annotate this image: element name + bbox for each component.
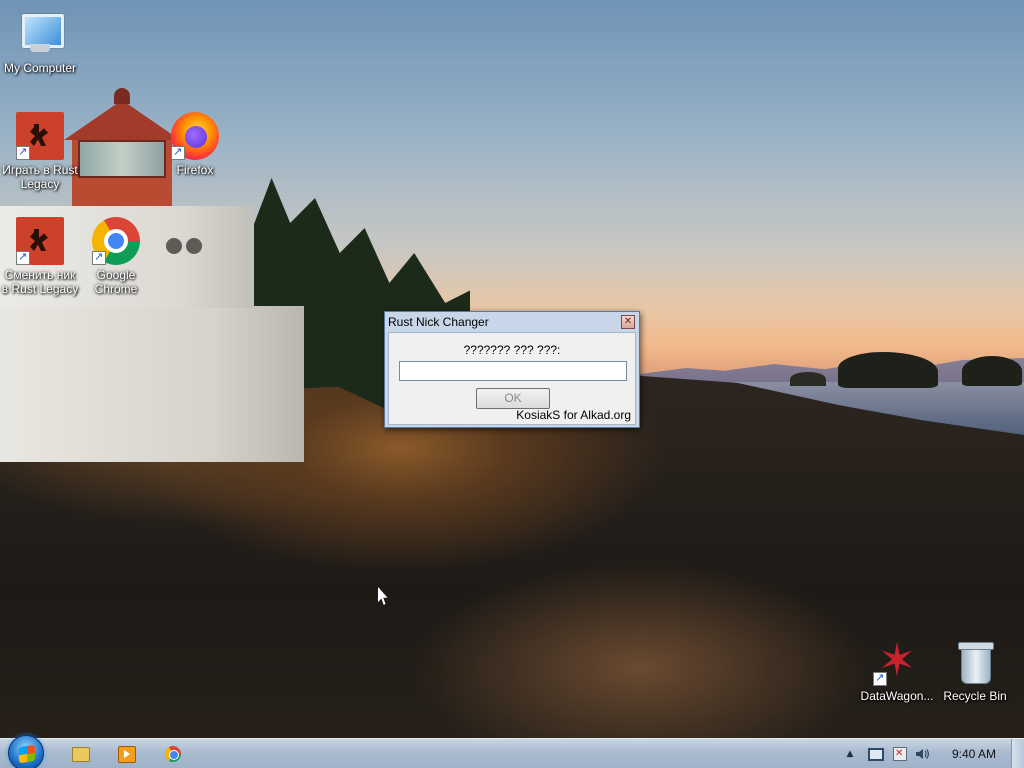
start-button[interactable]	[8, 735, 44, 768]
close-icon: ✕	[623, 316, 633, 327]
taskbar-clock[interactable]: 9:40 AM	[944, 747, 1004, 761]
chrome-icon	[92, 217, 140, 265]
shortcut-arrow-icon	[16, 145, 30, 160]
shortcut-arrow-icon	[873, 671, 887, 686]
wallpaper-lighthouse	[166, 238, 182, 254]
close-button[interactable]: ✕	[621, 315, 635, 329]
taskbar-media-player-button[interactable]	[106, 742, 146, 766]
shortcut-arrow-icon	[92, 250, 106, 265]
show-desktop-button[interactable]	[1011, 739, 1024, 768]
desktop: My Computer Играть в Rust Legacy Firefox…	[0, 0, 1024, 738]
rust-nick-changer-dialog: Rust Nick Changer ✕ ??????? ??? ???: OK …	[384, 311, 640, 428]
wallpaper-lighthouse	[114, 88, 130, 104]
desktop-icon-datawagon[interactable]: DataWagon...	[857, 636, 937, 703]
desktop-icon-my-computer[interactable]: My Computer	[0, 10, 80, 75]
tray-overflow-button[interactable]: ▲	[842, 746, 858, 762]
wallpaper-lighthouse	[186, 238, 202, 254]
wallpaper-lighthouse	[78, 140, 166, 178]
recycle-bin-icon	[951, 638, 999, 686]
shortcut-arrow-icon	[16, 250, 30, 265]
dialog-title: Rust Nick Changer	[388, 315, 489, 329]
desktop-icon-google-chrome[interactable]: Google Chrome	[76, 217, 156, 296]
dialog-client-area: ??????? ??? ???: OK KosiakS for Alkad.or…	[388, 332, 636, 425]
wallpaper-island	[790, 372, 826, 386]
taskbar-chrome-button[interactable]	[153, 742, 193, 766]
ok-button[interactable]: OK	[476, 388, 550, 409]
volume-icon[interactable]	[914, 746, 930, 762]
rust-icon	[16, 112, 64, 160]
dialog-title-bar[interactable]: Rust Nick Changer	[385, 312, 639, 332]
credit-label: KosiakS for Alkad.org	[516, 408, 631, 422]
nick-input[interactable]	[399, 361, 627, 381]
taskbar: ▲ 9:40 AM	[0, 735, 1024, 768]
rust-icon	[16, 217, 64, 265]
speaker-icon	[916, 749, 929, 759]
desktop-icon-change-nick-rust-legacy[interactable]: Сменить ник в Rust Legacy	[0, 217, 80, 296]
desktop-icon-recycle-bin[interactable]: Recycle Bin	[935, 638, 1015, 703]
firefox-icon	[171, 112, 219, 160]
shortcut-arrow-icon	[171, 145, 185, 160]
nick-prompt-label: ??????? ??? ???:	[463, 343, 561, 357]
desktop-icon-label: My Computer	[3, 61, 77, 75]
network-icon[interactable]	[866, 746, 884, 762]
datawagon-icon	[873, 636, 921, 686]
wallpaper-island	[962, 356, 1022, 386]
computer-icon	[16, 10, 64, 58]
taskbar-explorer-button[interactable]	[60, 742, 100, 766]
desktop-icon-label: Google Chrome	[94, 268, 138, 296]
desktop-icon-label: Играть в Rust Legacy	[2, 163, 78, 191]
chevron-up-icon: ▲	[846, 749, 854, 759]
wallpaper-lighthouse	[0, 306, 304, 462]
windows-logo-icon	[19, 744, 35, 764]
desktop-icon-play-rust-legacy[interactable]: Играть в Rust Legacy	[0, 112, 80, 191]
desktop-icon-label: Сменить ник в Rust Legacy	[1, 268, 79, 296]
wallpaper-island	[838, 352, 938, 388]
action-center-icon[interactable]	[891, 746, 907, 762]
desktop-icon-label: Firefox	[176, 163, 214, 177]
desktop-icon-label: Recycle Bin	[943, 689, 1007, 703]
desktop-icon-firefox[interactable]: Firefox	[155, 112, 235, 177]
desktop-icon-label: DataWagon...	[860, 689, 934, 703]
